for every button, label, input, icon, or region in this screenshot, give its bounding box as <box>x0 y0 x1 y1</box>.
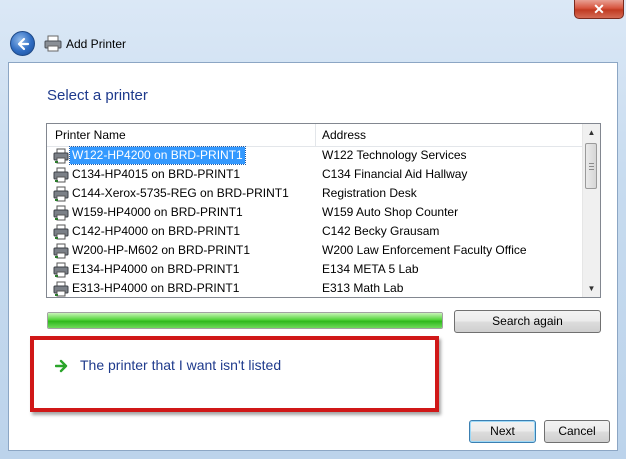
grip-line <box>589 163 594 164</box>
printer-address: E313 Math Lab <box>322 281 404 295</box>
printer-address: E134 META 5 Lab <box>322 262 419 276</box>
printer-name: W200-HP-M602 on BRD-PRINT1 <box>72 243 251 257</box>
window-frame: ✕ Add Printer Select a printer Printer N… <box>0 0 626 459</box>
printer-list-row[interactable]: C142-HP4000 on BRD-PRINT1 C142 Becky Grau… <box>47 222 584 241</box>
vertical-scrollbar[interactable]: ▲ ▼ <box>582 124 600 297</box>
back-button[interactable] <box>10 31 35 56</box>
printer-icon <box>53 186 69 202</box>
search-progress-bar <box>47 312 443 329</box>
printer-list-row[interactable]: C134-HP4015 on BRD-PRINT1 C134 Financial … <box>47 165 584 184</box>
column-header-address[interactable]: Address <box>322 124 366 146</box>
printer-icon <box>53 167 69 183</box>
printer-name: C144-Xerox-5735-REG on BRD-PRINT1 <box>72 186 289 200</box>
printer-name: E134-HP4000 on BRD-PRINT1 <box>72 262 240 276</box>
printer-address: C142 Becky Grausam <box>322 224 440 238</box>
printer-list-row[interactable]: W159-HP4000 on BRD-PRINT1 W159 Auto Shop … <box>47 203 584 222</box>
printer-icon <box>53 281 69 297</box>
page-heading: Select a printer <box>47 87 148 104</box>
progress-fill <box>48 313 442 328</box>
next-button[interactable]: Next <box>469 420 536 443</box>
printer-icon <box>53 205 69 221</box>
scroll-up-icon[interactable]: ▲ <box>583 124 600 141</box>
printer-list-row[interactable]: C144-Xerox-5735-REG on BRD-PRINT1 Registr… <box>47 184 584 203</box>
printer-name: W122-HP4200 on BRD-PRINT1 <box>69 146 246 165</box>
printer-address: Registration Desk <box>322 186 417 200</box>
printer-icon <box>44 35 62 52</box>
column-header-printer-name[interactable]: Printer Name <box>55 124 126 146</box>
grip-line <box>589 169 594 170</box>
column-divider[interactable] <box>315 124 316 146</box>
scroll-thumb[interactable] <box>585 143 597 189</box>
title-bar: Add Printer <box>8 28 618 62</box>
printer-list[interactable]: Printer Name Address W122-HP4200 on BRD-… <box>46 123 601 298</box>
printer-list-row[interactable]: E313-HP4000 on BRD-PRINT1 E313 Math Lab <box>47 279 584 297</box>
cancel-button[interactable]: Cancel <box>544 420 610 443</box>
back-arrow-icon <box>17 37 30 51</box>
grip-line <box>589 166 594 167</box>
printer-list-row[interactable]: W200-HP-M602 on BRD-PRINT1 W200 Law Enfor… <box>47 241 584 260</box>
window-title: Add Printer <box>66 37 127 51</box>
wizard-content: Select a printer Printer Name Address W1… <box>8 62 618 451</box>
printer-name: W159-HP4000 on BRD-PRINT1 <box>72 205 243 219</box>
printer-not-listed-label[interactable]: The printer that I want isn't listed <box>80 356 281 374</box>
printer-address: W200 Law Enforcement Faculty Office <box>322 243 527 257</box>
list-rows: W122-HP4200 on BRD-PRINT1 W122 Technology… <box>47 146 584 297</box>
printer-list-row[interactable]: E134-HP4000 on BRD-PRINT1 E134 META 5 Lab <box>47 260 584 279</box>
printer-name: C134-HP4015 on BRD-PRINT1 <box>72 167 241 181</box>
printer-name: E313-HP4000 on BRD-PRINT1 <box>72 281 240 295</box>
printer-list-row[interactable]: W122-HP4200 on BRD-PRINT1 W122 Technology… <box>47 146 584 165</box>
printer-address: C134 Financial Aid Hallway <box>322 167 468 181</box>
close-button[interactable]: ✕ <box>574 0 624 19</box>
printer-name: C142-HP4000 on BRD-PRINT1 <box>72 224 241 238</box>
search-again-button[interactable]: Search again <box>454 310 601 333</box>
printer-icon <box>53 224 69 240</box>
green-arrow-icon <box>55 359 68 373</box>
printer-icon <box>53 262 69 278</box>
printer-icon <box>53 148 69 164</box>
list-header: Printer Name Address <box>47 124 584 147</box>
printer-icon <box>53 243 69 259</box>
scroll-down-icon[interactable]: ▼ <box>583 280 600 297</box>
printer-address: W159 Auto Shop Counter <box>322 205 459 219</box>
printer-address: W122 Technology Services <box>322 148 467 162</box>
